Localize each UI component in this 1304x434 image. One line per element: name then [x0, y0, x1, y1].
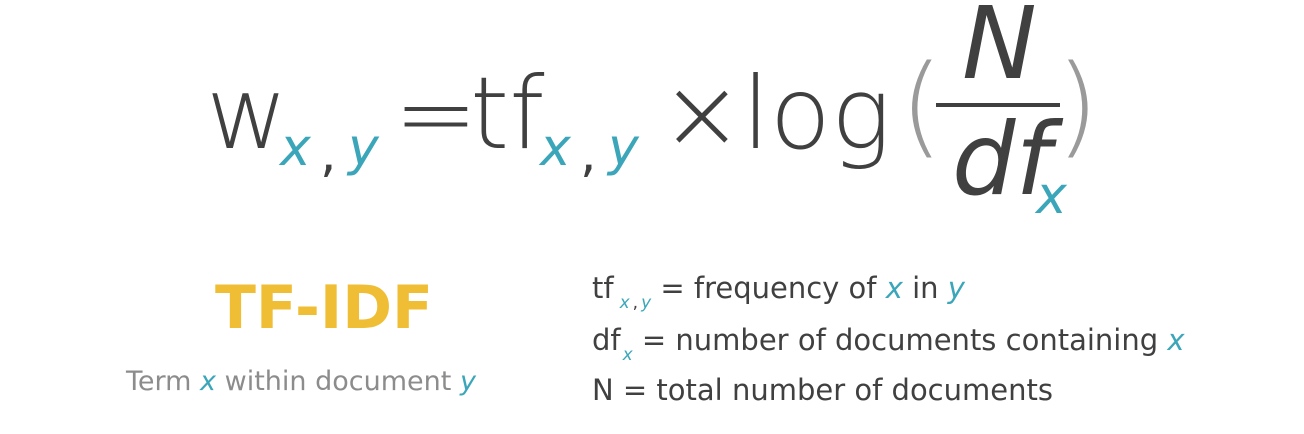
legend-df-term: df	[592, 323, 621, 357]
formula-numerator: N	[962, 0, 1037, 102]
formula-w-sub-comma: ,	[320, 124, 337, 184]
legend-line-n: N = total number of documents	[592, 373, 1053, 407]
legend-line-tf: tf x, y = frequency of x in y	[592, 271, 965, 312]
tfidf-caption: Term x within document y	[126, 368, 476, 395]
caption-prefix: Term	[126, 366, 192, 397]
formula-log: log	[742, 55, 891, 172]
formula-denominator-sub-x: x	[1036, 166, 1067, 226]
legend-tf-sub-y: y	[641, 293, 652, 313]
tfidf-title: TF-IDF	[214, 273, 434, 343]
formula-tf-sub-y: y	[608, 118, 639, 178]
formula-equals: =	[394, 55, 478, 172]
caption-var-x: x	[200, 366, 217, 397]
formula-paren-close: )	[1056, 41, 1099, 169]
legend-df-sub-x: x	[622, 345, 633, 365]
legend-tf-var-x: x	[885, 271, 903, 305]
formula-tf-sub-comma: ,	[580, 124, 597, 184]
legend-tf-sub-x: x	[619, 293, 630, 313]
caption-var-y: y	[459, 366, 476, 397]
formula-tf-sub-x: x	[540, 118, 571, 178]
caption-middle: within document	[224, 366, 452, 397]
formula-w-sub-x: x	[280, 118, 311, 178]
legend-tf-sub-comma: ,	[632, 293, 639, 313]
formula-w: w	[206, 55, 288, 172]
legend-tf-var-y: y	[947, 271, 965, 305]
tfidf-formula: w x , y = tf x , y × log ( N df x )	[0, 0, 1304, 240]
legend-df-var-x: x	[1167, 323, 1185, 357]
legend-tf-term: tf	[592, 271, 614, 305]
formula-times: ×	[660, 55, 744, 172]
legend-df-text: = number of documents containing	[641, 323, 1159, 357]
formula-w-sub-y: y	[348, 118, 379, 178]
legend-line-df: df x = number of documents containing x	[592, 323, 1185, 364]
legend-tf-text2: in	[912, 271, 939, 305]
legend-tf-text: = frequency of	[660, 271, 877, 305]
formula-tf: tf	[470, 55, 545, 172]
